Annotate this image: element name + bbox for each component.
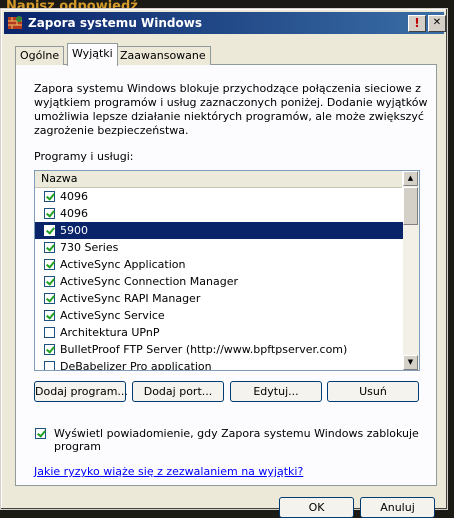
close-icon: ✕ (432, 17, 442, 28)
list-item-label: Architektura UPnP (60, 326, 160, 339)
programs-label: Programy i usługi: (34, 150, 134, 163)
title-bar[interactable]: Zapora systemu Windows ! ✕ (4, 12, 446, 34)
vertical-scrollbar[interactable]: ▲ ▼ (403, 171, 419, 370)
list-item-label: DeBabelizer Pro application (60, 360, 212, 371)
list-item-checkbox[interactable] (44, 293, 55, 304)
add-port-button[interactable]: Dodaj port... (132, 381, 224, 402)
firewall-dialog: Zapora systemu Windows ! ✕ Ogólne Wyjątk… (0, 8, 448, 518)
list-item-label: ActiveSync RAPI Manager (60, 292, 201, 305)
list-item-checkbox[interactable] (44, 344, 55, 355)
notify-label: Wyświetl powiadomienie, gdy Zapora syste… (54, 427, 419, 453)
list-item-label: ActiveSync Application (60, 258, 186, 271)
list-item-label: ActiveSync Service (60, 309, 165, 322)
list-item[interactable]: 730 Series (35, 239, 403, 256)
list-item[interactable]: 4096 (35, 205, 403, 222)
list-item[interactable]: DeBabelizer Pro application (35, 358, 403, 371)
list-item-label: 5900 (60, 224, 88, 237)
list-item-checkbox[interactable] (44, 259, 55, 270)
list-item-label: BulletProof FTP Server (http://www.bpftp… (60, 343, 348, 356)
list-item[interactable]: ActiveSync Application (35, 256, 403, 273)
list-item-checkbox[interactable] (44, 327, 55, 338)
edit-button[interactable]: Edytuj... (230, 381, 322, 402)
list-item-checkbox[interactable] (44, 310, 55, 321)
tab-general[interactable]: Ogólne (15, 46, 65, 65)
list-item[interactable]: Architektura UPnP (35, 324, 403, 341)
tab-advanced[interactable]: Zaawansowane (115, 46, 211, 65)
column-header-name[interactable]: Nazwa (35, 171, 402, 188)
scroll-thumb[interactable] (403, 187, 418, 225)
list-item[interactable]: ActiveSync RAPI Manager (35, 290, 403, 307)
list-item-checkbox[interactable] (44, 361, 55, 370)
tab-exceptions[interactable]: Wyjątki (67, 43, 118, 66)
description-text: Zapora systemu Windows blokuje przychodz… (34, 82, 428, 137)
firewall-icon (7, 15, 23, 31)
list-item[interactable]: ActiveSync Service (35, 307, 403, 324)
notify-checkbox[interactable] (35, 428, 46, 439)
list-item-checkbox[interactable] (44, 191, 55, 202)
window-title: Zapora systemu Windows (28, 16, 202, 30)
help-button[interactable]: ! (408, 15, 426, 32)
help-icon: ! (414, 16, 420, 30)
list-item[interactable]: 5900 (35, 222, 403, 239)
cancel-button[interactable]: Anuluj (360, 497, 435, 518)
list-item-checkbox[interactable] (44, 225, 55, 236)
list-item[interactable]: BulletProof FTP Server (http://www.bpftp… (35, 341, 403, 358)
scroll-up-button[interactable]: ▲ (403, 171, 418, 186)
risk-help-link[interactable]: Jakie ryzyko wiąże się z zezwalaniem na … (34, 465, 303, 478)
list-item[interactable]: 4096 (35, 188, 403, 205)
list-rows: 4096 4096 5900 730 Series ActiveSync Applica… (35, 188, 403, 371)
list-item-label: 4096 (60, 207, 88, 220)
list-item[interactable]: ActiveSync Connection Manager (35, 273, 403, 290)
list-item-label: ActiveSync Connection Manager (60, 275, 238, 288)
remove-button[interactable]: Usuń (327, 381, 419, 402)
list-item-checkbox[interactable] (44, 276, 55, 287)
add-program-button[interactable]: Dodaj program... (34, 381, 128, 402)
list-item-checkbox[interactable] (44, 208, 55, 219)
ok-button[interactable]: OK (279, 497, 354, 518)
list-item-label: 730 Series (60, 241, 119, 254)
close-button[interactable]: ✕ (428, 15, 446, 32)
list-item-label: 4096 (60, 190, 88, 203)
scroll-down-button[interactable]: ▼ (403, 355, 418, 370)
programs-list[interactable]: Nazwa 4096 4096 5900 730 Series ActiveSync A… (34, 170, 420, 371)
column-header-label: Nazwa (41, 172, 78, 185)
list-item-checkbox[interactable] (44, 242, 55, 253)
